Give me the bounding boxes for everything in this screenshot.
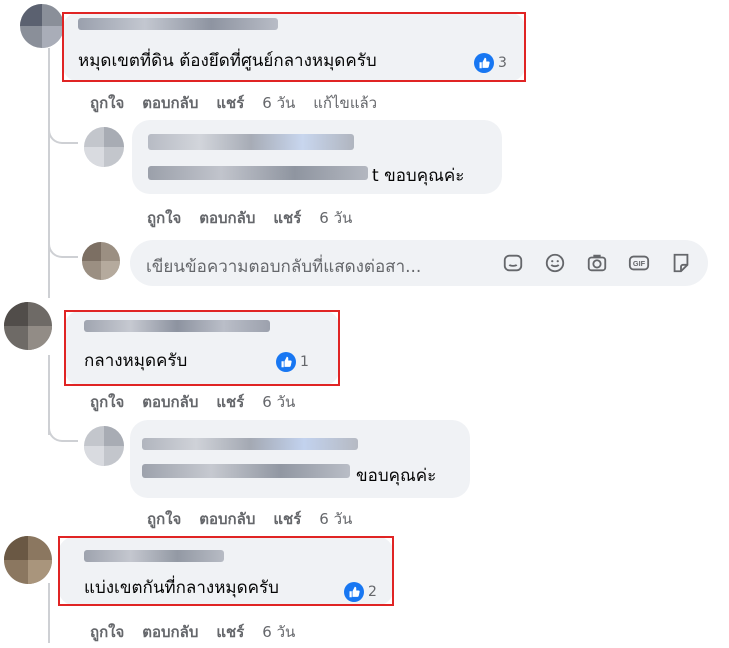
reply-input[interactable]: เขียนข้อความตอบกลับที่แสดงต่อสา... GIF xyxy=(130,240,708,286)
timestamp[interactable]: 6 วัน xyxy=(262,620,295,644)
timestamp[interactable]: 6 วัน xyxy=(262,91,295,115)
reaction-badge[interactable]: 2 xyxy=(344,582,377,602)
reply-text: ขอบคุณค่ะ xyxy=(356,466,437,486)
timestamp[interactable]: 6 วัน xyxy=(262,390,295,414)
reply-text: t ขอบคุณค่ะ xyxy=(372,166,465,186)
edited-label: แก้ไขแล้ว xyxy=(313,94,378,112)
thread-line xyxy=(48,583,50,643)
reaction-badge[interactable]: 3 xyxy=(474,53,507,73)
timestamp[interactable]: 6 วัน xyxy=(319,206,352,230)
reply-link[interactable]: ตอบกลับ xyxy=(199,206,255,230)
reaction-badge[interactable]: 1 xyxy=(276,352,309,372)
like-icon xyxy=(474,53,494,73)
like-link[interactable]: ถูกใจ xyxy=(147,206,181,230)
reply-input-toolbar: GIF xyxy=(500,250,694,276)
like-link[interactable]: ถูกใจ xyxy=(147,507,181,531)
emoji-icon[interactable] xyxy=(542,250,568,276)
thread-connector xyxy=(48,122,78,144)
avatar[interactable] xyxy=(20,4,64,48)
avatar[interactable] xyxy=(4,302,52,350)
share-link[interactable]: แชร์ xyxy=(273,206,301,230)
thread-line xyxy=(48,48,50,298)
reply-actions: ถูกใจ ตอบกลับ แชร์ 6 วัน xyxy=(147,507,370,531)
reaction-count: 3 xyxy=(498,55,507,71)
reaction-count: 1 xyxy=(300,354,309,370)
timestamp[interactable]: 6 วัน xyxy=(319,507,352,531)
author-name-blurred[interactable] xyxy=(148,134,354,150)
comment-actions: ถูกใจ ตอบกลับ แชร์ 6 วัน แก้ไขแล้ว xyxy=(90,91,395,115)
reply-link[interactable]: ตอบกลับ xyxy=(142,390,198,414)
highlight-box xyxy=(62,12,526,82)
like-icon xyxy=(276,352,296,372)
reply-bubble: t ขอบคุณค่ะ xyxy=(132,120,502,194)
avatar[interactable] xyxy=(84,426,124,466)
share-link[interactable]: แชร์ xyxy=(216,390,244,414)
like-link[interactable]: ถูกใจ xyxy=(90,390,124,414)
svg-text:GIF: GIF xyxy=(633,259,646,268)
reply-link[interactable]: ตอบกลับ xyxy=(199,507,255,531)
comment-actions: ถูกใจ ตอบกลับ แชร์ 6 วัน xyxy=(90,390,313,414)
like-link[interactable]: ถูกใจ xyxy=(90,620,124,644)
my-avatar[interactable] xyxy=(82,242,120,280)
reply-bubble: ขอบคุณค่ะ xyxy=(130,420,470,498)
share-link[interactable]: แชร์ xyxy=(273,507,301,531)
sticker-icon[interactable] xyxy=(668,250,694,276)
author-name-blurred[interactable] xyxy=(142,438,358,450)
reply-link[interactable]: ตอบกลับ xyxy=(142,91,198,115)
comment-actions: ถูกใจ ตอบกลับ แชร์ 6 วัน xyxy=(90,620,313,644)
share-link[interactable]: แชร์ xyxy=(216,91,244,115)
gif-icon[interactable]: GIF xyxy=(626,250,652,276)
camera-icon[interactable] xyxy=(584,250,610,276)
like-link[interactable]: ถูกใจ xyxy=(90,91,124,115)
thread-connector xyxy=(48,420,78,442)
reply-placeholder: เขียนข้อความตอบกลับที่แสดงต่อสา... xyxy=(146,257,422,277)
highlight-box xyxy=(64,310,340,386)
reply-actions: ถูกใจ ตอบกลับ แชร์ 6 วัน xyxy=(147,206,370,230)
reply-link[interactable]: ตอบกลับ xyxy=(142,620,198,644)
avatar[interactable] xyxy=(84,127,124,167)
avatar[interactable] xyxy=(4,536,52,584)
thread-connector xyxy=(48,236,78,258)
sticker-face-icon[interactable] xyxy=(500,250,526,276)
like-icon xyxy=(344,582,364,602)
share-link[interactable]: แชร์ xyxy=(216,620,244,644)
reaction-count: 2 xyxy=(368,584,377,600)
